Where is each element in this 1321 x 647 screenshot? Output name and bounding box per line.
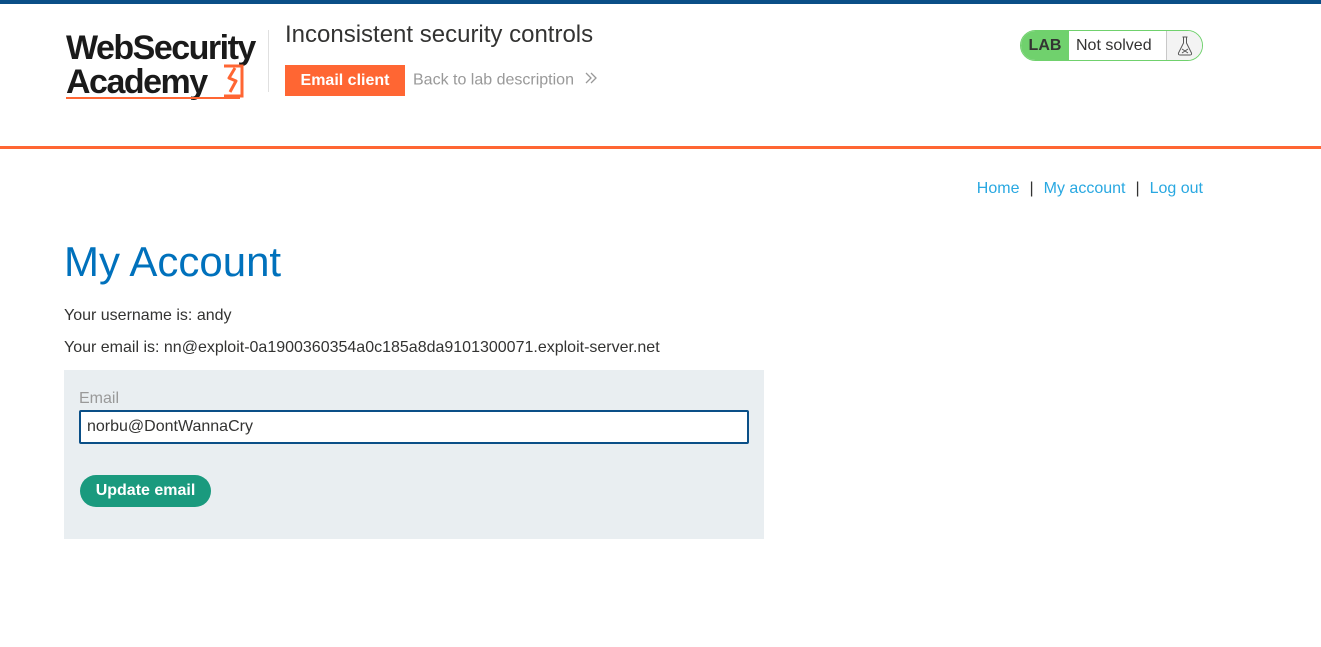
nav-separator: | — [1135, 180, 1140, 197]
update-email-label: Update email — [95, 482, 196, 499]
double-chevron-right-icon — [584, 71, 598, 90]
email-field[interactable] — [79, 410, 749, 444]
logo-divider — [268, 30, 269, 92]
nav-log-out-link[interactable]: Log out — [1150, 180, 1203, 197]
lab-header: WebSecurity Academy Inconsistent securit… — [0, 4, 1321, 146]
email-client-button[interactable]: Email client — [285, 65, 405, 96]
lab-badge: LAB — [1021, 31, 1069, 60]
username-info: Your username is: andy — [64, 307, 232, 324]
web-security-academy-logo[interactable]: WebSecurity Academy — [64, 26, 266, 102]
nav-separator: | — [1029, 180, 1034, 197]
svg-text:Academy: Academy — [66, 63, 208, 101]
header-divider — [0, 146, 1321, 149]
svg-text:WebSecurity: WebSecurity — [66, 29, 256, 67]
nav-my-account-link[interactable]: My account — [1044, 180, 1126, 197]
lab-status-widget: LAB Not solved — [1020, 30, 1203, 61]
email-info: Your email is: nn@exploit-0a1900360354a0… — [64, 339, 660, 356]
change-email-form: Email Update email — [64, 370, 764, 539]
lab-status-text: Not solved — [1069, 31, 1167, 60]
back-to-lab-description-link[interactable]: Back to lab description — [413, 71, 598, 90]
page-title: My Account — [64, 238, 282, 285]
email-client-label: Email client — [300, 71, 390, 89]
lab-title: Inconsistent security controls — [285, 21, 594, 48]
flask-icon — [1167, 31, 1202, 60]
email-field-label: Email — [79, 390, 120, 407]
back-link-label: Back to lab description — [413, 71, 574, 89]
top-navigation: Home | My account | Log out — [977, 180, 1203, 198]
update-email-button[interactable]: Update email — [80, 475, 211, 507]
nav-home-link[interactable]: Home — [977, 180, 1020, 197]
